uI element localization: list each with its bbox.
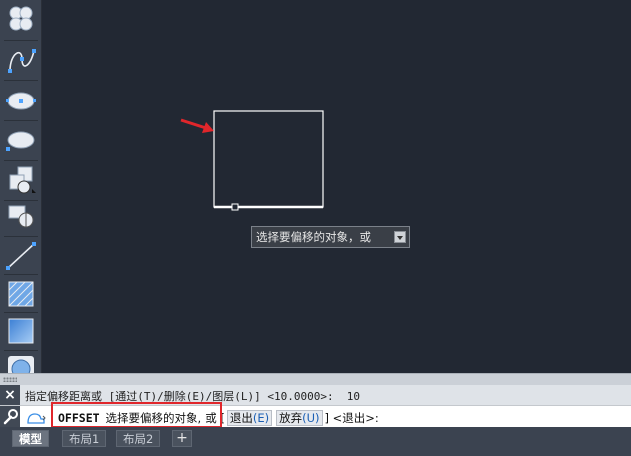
command-suffix-text: ] <退出>: xyxy=(324,411,379,425)
pointer-arrow-icon xyxy=(180,118,214,133)
command-tooltip: 选择要偏移的对象，或 xyxy=(251,226,410,248)
gradient-icon[interactable] xyxy=(4,314,38,348)
option-exit-button[interactable]: 退出(E) xyxy=(226,410,273,426)
revision-cloud-icon[interactable] xyxy=(4,2,38,36)
draw-toolbar xyxy=(0,0,42,382)
hatch-icon[interactable] xyxy=(4,276,38,310)
option-undo-button[interactable]: 放弃(U) xyxy=(276,410,323,426)
command-prompt-icon xyxy=(26,410,46,424)
drawing-geometry xyxy=(180,110,324,211)
tab-layout2[interactable]: 布局2 xyxy=(116,430,161,447)
tooltip-expand-icon[interactable] xyxy=(394,231,406,243)
ellipse-arc-icon[interactable] xyxy=(4,123,38,157)
create-block-icon[interactable] xyxy=(4,200,38,234)
tab-model[interactable]: 模型 xyxy=(12,430,49,447)
red-highlight-box xyxy=(51,402,222,428)
pickbox-cursor xyxy=(231,203,239,211)
command-window-grip[interactable] xyxy=(0,373,631,385)
close-icon[interactable]: × xyxy=(0,385,20,405)
tooltip-text: 选择要偏移的对象，或 xyxy=(256,230,371,244)
square-object xyxy=(213,110,324,208)
ellipse-icon[interactable] xyxy=(4,83,38,117)
layout-tabs: 模型 布局1 布局2 + xyxy=(0,427,631,456)
spline-icon[interactable] xyxy=(4,43,38,77)
grip-dots-icon xyxy=(3,377,17,382)
tab-layout1[interactable]: 布局1 xyxy=(62,430,107,447)
wrench-icon[interactable] xyxy=(0,406,20,428)
drawing-canvas[interactable] xyxy=(42,0,631,373)
line-icon[interactable] xyxy=(4,238,38,272)
add-layout-button[interactable]: + xyxy=(172,430,192,447)
insert-block-icon[interactable] xyxy=(4,163,38,197)
